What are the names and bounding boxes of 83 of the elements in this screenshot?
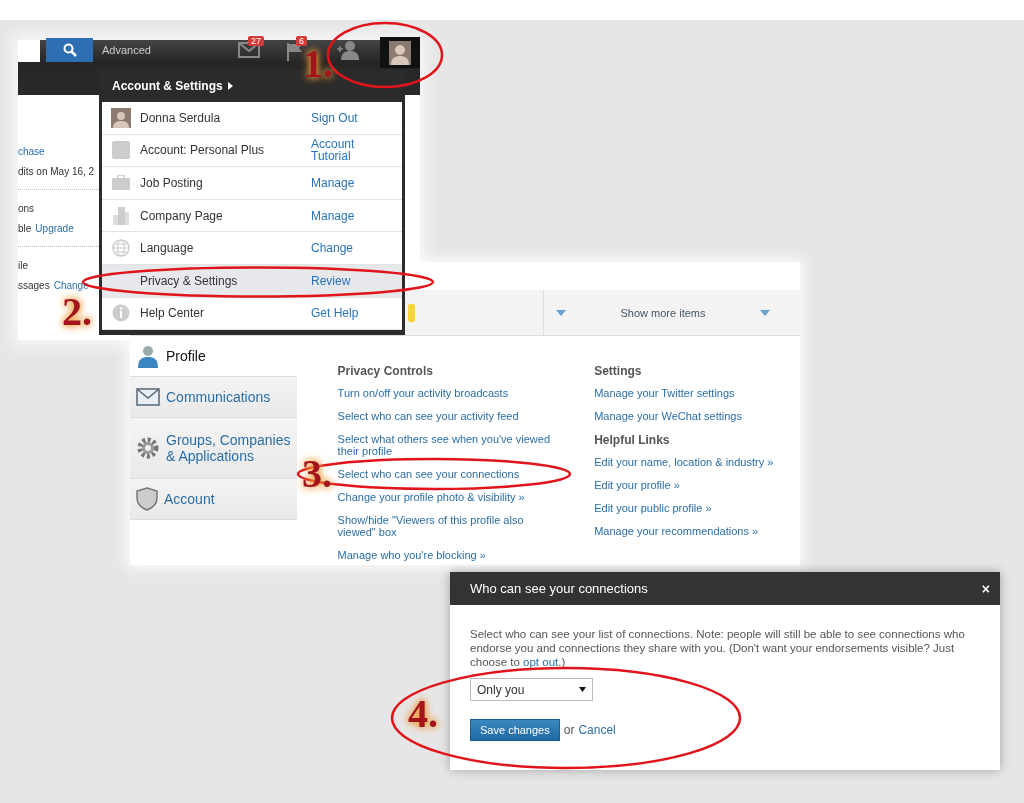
settings-link[interactable]: Manage your recommendations » — [594, 525, 759, 537]
settings-link[interactable]: Edit your public profile » — [594, 502, 712, 514]
menu-row[interactable]: Account: Personal Plus Account Tutorial — [102, 134, 402, 168]
notification-count: 27 — [248, 36, 264, 46]
briefcase-icon — [112, 175, 130, 191]
avatar-icon — [111, 107, 131, 128]
settings-nav-item[interactable]: Communications — [130, 377, 297, 418]
menu-action-link[interactable]: Manage — [311, 209, 391, 222]
section-heading: Settings — [594, 364, 643, 380]
menu-item-label: Company Page — [140, 208, 224, 223]
tab-marker — [408, 303, 415, 322]
settings-nav-item[interactable]: Groups, Companies & Applications — [130, 418, 297, 479]
link[interactable]: Upgrade — [35, 222, 74, 234]
cancel-link[interactable]: Cancel — [578, 723, 616, 737]
shield-icon — [136, 487, 158, 511]
settings-nav-item[interactable]: Account — [130, 479, 297, 520]
menu-title: Account & Settings — [112, 79, 223, 93]
search-button[interactable] — [46, 38, 93, 62]
settings-link[interactable]: Select who can see your connections — [337, 468, 520, 480]
menu-item-label: Donna Serdula — [140, 110, 222, 125]
settings-link[interactable]: Select who can see your activity feed — [337, 410, 519, 422]
envelope-icon — [136, 388, 160, 406]
step-number: 2. — [62, 290, 92, 334]
settings-link[interactable]: Select what others see when you've viewed their profile — [337, 433, 554, 457]
menu-item-label: Privacy & Settings — [140, 273, 239, 288]
advanced-search-link[interactable]: Advanced — [102, 44, 151, 56]
or-text: or — [563, 723, 575, 737]
opt-out-link[interactable]: opt out — [523, 656, 559, 668]
link[interactable]: chase — [18, 145, 45, 157]
settings-link[interactable]: Show/hide "Viewers of this profile also viewed" box — [337, 514, 554, 538]
search-field[interactable] — [18, 40, 40, 62]
section-heading: Helpful Links — [594, 433, 671, 449]
menu-item-label: Help Center — [140, 306, 206, 321]
menu-action-link[interactable]: Manage — [311, 177, 391, 189]
avatar-icon[interactable] — [389, 40, 411, 65]
building-icon — [113, 206, 129, 225]
menu-action-link[interactable]: Account Tutorial — [311, 138, 391, 163]
search-icon — [62, 43, 77, 57]
square-logo-icon — [112, 141, 130, 160]
settings-link[interactable]: Change your profile photo & visibility » — [337, 491, 525, 503]
gear-icon — [136, 436, 160, 460]
caret-down-icon — [556, 309, 566, 316]
menu-item-label: Language — [140, 241, 195, 256]
menu-action-link[interactable]: Review — [311, 274, 391, 287]
settings-link[interactable]: Manage your Twitter settings — [594, 387, 735, 399]
settings-link[interactable]: Edit your name, location & industry » — [594, 456, 774, 468]
page-text: ssages — [18, 279, 50, 291]
page-text: ons — [18, 202, 35, 214]
close-button[interactable]: × — [981, 580, 990, 597]
save-changes-button[interactable]: Save changes — [470, 719, 560, 741]
page-text: dits on May 16, 2 — [18, 165, 95, 177]
notification-count: 6 — [296, 36, 307, 46]
menu-row[interactable]: Donna Serdula Sign Out — [102, 102, 402, 135]
page-text: ble — [18, 222, 32, 234]
step-number: 4. — [408, 692, 438, 736]
menu-row[interactable]: Company Page Manage — [102, 199, 402, 233]
menu-action-link[interactable]: Change — [311, 242, 391, 255]
menu-row[interactable]: Help Center Get Help — [102, 297, 402, 331]
caret-icon — [227, 82, 233, 90]
page-text: ile — [18, 259, 28, 271]
section-heading: Privacy Controls — [337, 364, 434, 380]
menu-row[interactable]: Job Posting Manage — [102, 167, 402, 200]
add-person-icon[interactable] — [336, 40, 360, 60]
settings-link[interactable]: Manage who you're blocking » — [337, 549, 486, 561]
dialog-title: Who can see your connections — [470, 581, 648, 596]
globe-icon — [112, 239, 130, 258]
menu-action-link[interactable]: Sign Out — [311, 111, 391, 124]
link[interactable]: Change — [53, 279, 89, 291]
caret-down-icon — [579, 687, 586, 692]
settings-link[interactable]: Turn on/off your activity broadcasts — [337, 387, 509, 399]
info-icon — [112, 304, 130, 323]
menu-item-label: Job Posting — [140, 176, 204, 190]
person-icon — [136, 344, 160, 368]
settings-link[interactable]: Edit your profile » — [594, 479, 680, 491]
menu-item-label: Account: Personal Plus — [140, 143, 266, 158]
visibility-dropdown[interactable]: Only you — [470, 678, 593, 701]
settings-nav-item[interactable]: Profile — [130, 336, 297, 377]
caret-down-icon — [760, 309, 770, 316]
settings-link[interactable]: Manage your WeChat settings — [594, 410, 742, 422]
menu-action-link[interactable]: Get Help — [311, 307, 391, 320]
show-more-items-link[interactable]: Show more items — [616, 306, 710, 319]
envelope-icon[interactable] — [238, 42, 260, 58]
menu-row[interactable]: Language Change — [102, 232, 402, 265]
